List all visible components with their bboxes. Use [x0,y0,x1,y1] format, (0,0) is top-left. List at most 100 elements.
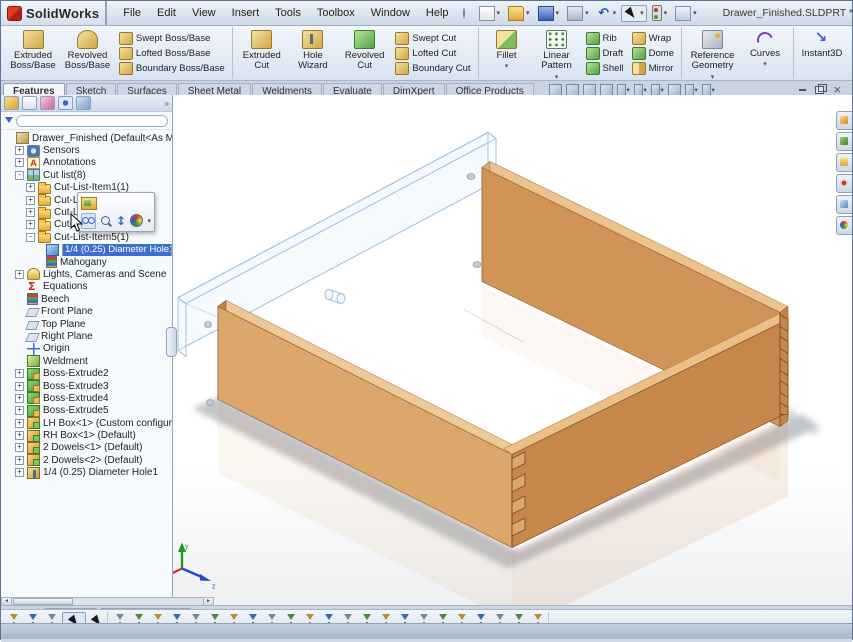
tree-item[interactable]: 2 Dowels<2> (Default) [1,454,172,466]
open-icon[interactable] [508,6,524,21]
expand-toggle-icon[interactable] [26,220,35,229]
configurationmanager-tab-icon[interactable] [40,96,55,110]
dropdown-caret-icon[interactable]: ▾ [763,60,767,68]
tree-item[interactable]: Boss-Extrude2 [1,367,172,379]
expand-toggle-icon[interactable] [15,171,24,180]
tree-item[interactable]: LH Box<1> (Custom configurati [1,417,172,429]
tree-item[interactable]: Boss-Extrude4 [1,392,172,404]
rebuild-icon[interactable] [652,5,662,21]
dropdown-caret-icon[interactable]: ▾ [505,62,509,70]
expand-toggle-icon[interactable] [15,270,24,279]
displaymanager-tab-icon[interactable] [76,96,91,110]
cut-list-folder-icon[interactable] [81,197,97,210]
hide-show-icon[interactable] [81,213,96,229]
dropdown-caret-icon[interactable]: ▾ [147,217,151,225]
command-button[interactable]: Boundary Boss/Base [117,61,227,75]
command-button[interactable]: Hole Wizard [288,27,338,79]
tree-item[interactable]: 1/4 (0.25) Diameter Hole1 [1,244,172,256]
scrollbar-thumb[interactable] [13,598,73,605]
command-button[interactable]: Boundary Cut [393,61,472,75]
command-button[interactable]: Revolved Cut [338,27,392,79]
select-cursor-icon[interactable] [624,7,638,20]
tree-item[interactable]: Equations [1,281,172,293]
expand-toggle-icon[interactable] [15,431,24,440]
dropdown-caret-icon[interactable]: ▾ [626,86,629,94]
menu-item[interactable]: Edit [149,5,184,21]
expand-toggle-icon[interactable] [26,233,35,242]
image-quality-icon[interactable] [675,6,691,21]
command-button[interactable]: Linear Pattern ▾ [532,27,582,79]
tree-item[interactable]: Boss-Extrude5 [1,405,172,417]
doc-restore-button[interactable] [815,86,824,94]
scroll-right-icon[interactable]: ► [203,598,213,605]
dropdown-caret-icon[interactable]: ▾ [497,9,501,17]
move-icon[interactable]: ↕ [115,214,126,228]
featuremanager-tab-icon[interactable] [4,96,19,110]
tree-item[interactable]: Cut-List-Item5(1) [1,231,172,243]
menu-item[interactable]: Insert [224,5,268,21]
dropdown-caret-icon[interactable]: ▾ [526,9,530,17]
scroll-left-icon[interactable]: ◄ [2,598,12,605]
command-button[interactable]: Mirror [630,61,676,75]
expand-toggle-icon[interactable] [15,456,24,465]
menu-item[interactable]: Window [363,5,418,21]
dropdown-caret-icon[interactable]: ▾ [640,9,644,17]
tree-item[interactable]: 2 Dowels<1> (Default) [1,442,172,454]
menu-item[interactable]: View [184,5,224,21]
command-button[interactable]: Extruded Boss/Base [6,27,60,79]
command-button[interactable]: Swept Boss/Base [117,31,227,45]
command-button[interactable]: Draft [584,46,626,60]
dimxpertmanager-tab-icon[interactable] [58,96,73,110]
doc-minimize-button[interactable] [799,89,806,91]
dropdown-caret-icon[interactable]: ▾ [711,86,714,94]
dropdown-caret-icon[interactable]: ▾ [694,86,697,94]
dropdown-caret-icon[interactable]: ▾ [585,9,589,17]
graphics-area[interactable]: x y z » Drawer_Finish [1,95,852,606]
dropdown-caret-icon[interactable]: ▾ [556,9,560,17]
command-button[interactable]: Reference Geometry ▾ [685,27,740,79]
new-document-icon[interactable] [479,6,495,21]
appearances-scenes-icon[interactable] [836,216,852,235]
menu-item[interactable]: File [115,5,149,21]
menu-item[interactable]: Tools [267,5,309,21]
file-explorer-icon[interactable] [836,153,852,172]
tree-item[interactable]: Front Plane [1,305,172,317]
dropdown-caret-icon[interactable]: ▾ [711,73,715,81]
command-button[interactable]: Revolved Boss/Base [60,27,115,79]
expand-toggle-icon[interactable] [26,196,35,205]
tree-item[interactable]: Drawer_Finished (Default<As Mach [1,132,172,144]
solidworks-resources-icon[interactable] [836,111,852,130]
command-button[interactable]: Swept Cut [393,31,472,45]
print-icon[interactable] [567,6,583,21]
expand-toggle-icon[interactable] [15,382,24,391]
tree-item[interactable]: Beech [1,293,172,305]
expand-toggle-icon[interactable] [26,183,35,192]
tree-item[interactable]: Origin [1,343,172,355]
expand-toggle-icon[interactable] [15,146,24,155]
tree-item[interactable]: Weldment [1,355,172,367]
design-library-icon[interactable] [836,132,852,151]
command-button[interactable]: Rib [584,31,626,45]
tree-item[interactable]: Mahogany [1,256,172,268]
filter-icon[interactable] [5,117,13,127]
dropdown-caret-icon[interactable]: ▾ [643,86,646,94]
command-button[interactable]: Curves ▾ [740,27,790,79]
panel-splitter-handle[interactable] [166,327,177,357]
undo-icon[interactable]: ↶ [597,7,611,20]
ghost-dowel[interactable] [325,290,345,304]
tree-item[interactable]: RH Box<1> (Default) [1,429,172,441]
command-button[interactable]: Wrap [630,31,676,45]
dropdown-caret-icon[interactable]: ▾ [660,86,663,94]
model-viewport[interactable]: x y z [172,95,840,606]
command-button[interactable]: Fillet ▾ [482,27,532,79]
tree-item[interactable]: Top Plane [1,318,172,330]
expand-toggle-icon[interactable] [15,158,24,167]
command-button[interactable]: Dome [630,46,676,60]
menu-item[interactable]: Help [418,5,457,21]
command-button[interactable]: Lofted Boss/Base [117,46,227,60]
dropdown-caret-icon[interactable]: ▾ [613,9,617,17]
tree-item[interactable]: 1/4 (0.25) Diameter Hole1 [1,467,172,479]
edit-appearance-icon[interactable] [130,214,143,228]
tree-item[interactable]: Boss-Extrude3 [1,380,172,392]
pin-icon[interactable] [463,8,465,19]
